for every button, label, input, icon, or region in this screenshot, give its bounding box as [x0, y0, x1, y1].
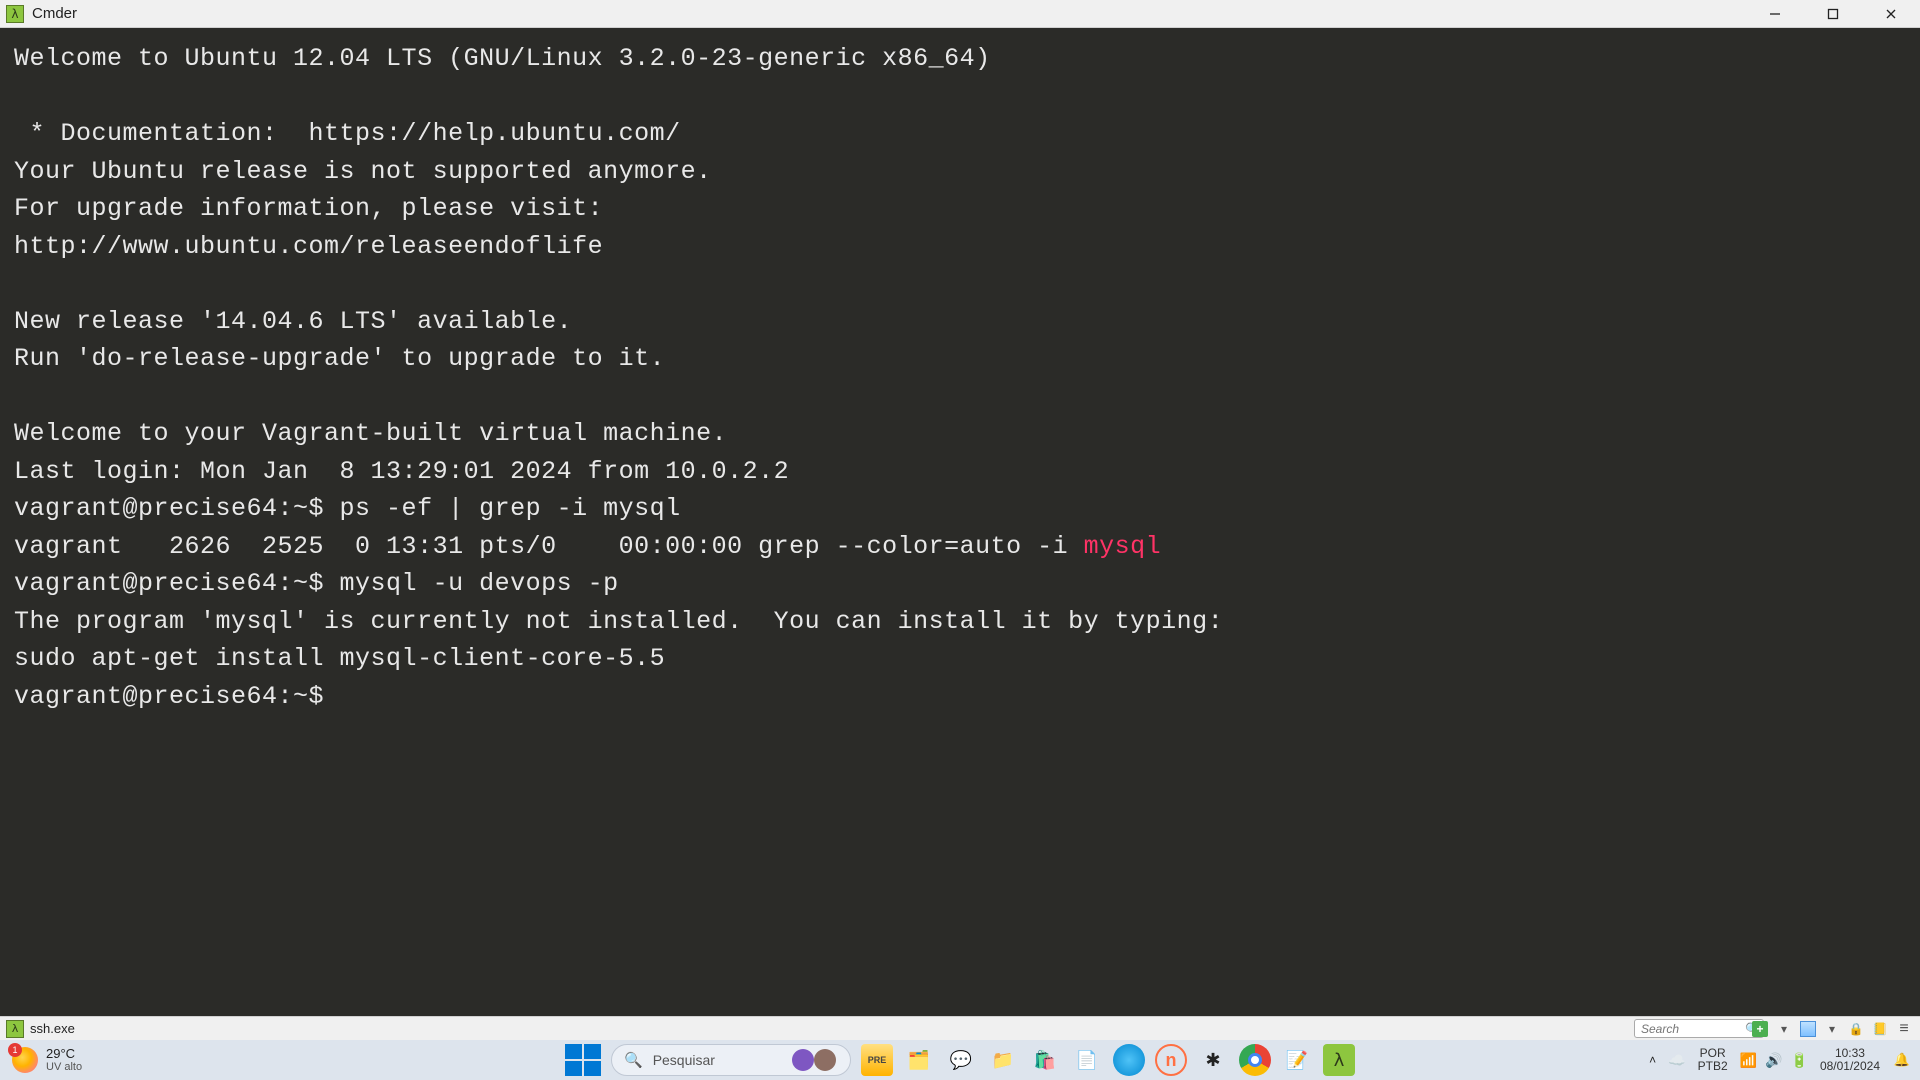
terminal-line: New release '14.04.6 LTS' available. — [14, 307, 572, 336]
taskbar-right-tray: ˄ ☁️ POR PTB2 📶 🔊 🔋 10:33 08/01/2024 🔔 — [1649, 1040, 1912, 1080]
avatar-icon — [792, 1049, 814, 1071]
window-title: Cmder — [32, 5, 77, 22]
new-console-button[interactable]: + — [1750, 1020, 1770, 1038]
terminal-line: Your Ubuntu release is not supported any… — [14, 157, 712, 186]
terminal-line: vagrant 2626 2525 0 13:31 pts/0 00:00:00… — [14, 532, 1161, 561]
terminal-line: vagrant@precise64:~$ ps -ef | grep -i my… — [14, 494, 681, 523]
terminal-line: sudo apt-get install mysql-client-core-5… — [14, 644, 665, 673]
cloud-icon[interactable]: ☁️ — [1668, 1052, 1685, 1069]
notification-icon[interactable]: 🔔 — [1892, 1050, 1912, 1070]
terminal-line: The program 'mysql' is currently not ins… — [14, 607, 1223, 636]
tray-icons: ☁️ — [1668, 1052, 1685, 1069]
windows-taskbar: 1 29°C UV alto 🔍 Pesquisar PRE 🗂️ 💬 📁 🛍️… — [0, 1040, 1920, 1080]
statusbar-buttons: + ▾ ▾ 🔒 📒 ≡ — [1750, 1017, 1914, 1040]
tray-language[interactable]: POR PTB2 — [1698, 1047, 1728, 1073]
terminal-line: For upgrade information, please visit: — [14, 194, 603, 223]
taskbar-app-chat[interactable]: 💬 — [945, 1044, 977, 1076]
battery-icon: 🔋 — [1791, 1052, 1808, 1069]
weather-icon: 1 — [12, 1047, 38, 1073]
taskbar-app-taskview[interactable]: 🗂️ — [903, 1044, 935, 1076]
maximize-button[interactable] — [1804, 0, 1862, 27]
tray-chevron-up-icon[interactable]: ˄ — [1649, 1053, 1656, 1067]
taskbar-weather-widget[interactable]: 1 29°C UV alto — [0, 1047, 82, 1073]
avatar-icon — [814, 1049, 836, 1071]
taskbar-app-edge[interactable] — [1113, 1044, 1145, 1076]
show-console-button[interactable] — [1798, 1020, 1818, 1038]
weather-text: 29°C UV alto — [46, 1047, 82, 1073]
weather-temp: 29°C — [46, 1047, 82, 1061]
tray-net-vol-batt[interactable]: 📶 🔊 🔋 — [1740, 1052, 1808, 1069]
cmder-app-icon: λ — [6, 5, 24, 23]
tray-lang-bottom: PTB2 — [1698, 1060, 1728, 1073]
taskbar-center: 🔍 Pesquisar PRE 🗂️ 💬 📁 🛍️ 📄 n ✱ 📝 λ — [565, 1040, 1355, 1080]
terminal-line: vagrant@precise64:~$ mysql -u devops -p — [14, 569, 619, 598]
tab-label[interactable]: ssh.exe — [30, 1021, 75, 1036]
start-button[interactable] — [565, 1044, 601, 1076]
taskbar-search-placeholder: Pesquisar — [653, 1052, 715, 1068]
tray-date: 08/01/2024 — [1820, 1060, 1880, 1073]
taskbar-app-document[interactable]: 📄 — [1071, 1044, 1103, 1076]
lock-icon[interactable]: 🔒 — [1846, 1020, 1866, 1038]
terminal-line: http://www.ubuntu.com/releaseendoflife — [14, 232, 603, 261]
cmder-status-bar: λ ssh.exe 🔍 + ▾ ▾ 🔒 📒 ≡ — [0, 1016, 1920, 1040]
taskbar-search[interactable]: 🔍 Pesquisar — [611, 1044, 851, 1076]
tray-clock[interactable]: 10:33 08/01/2024 — [1820, 1047, 1880, 1073]
taskbar-app-chrome[interactable] — [1239, 1044, 1271, 1076]
close-button[interactable] — [1862, 0, 1920, 27]
taskbar-app-explorer[interactable]: 📁 — [987, 1044, 1019, 1076]
dropdown-show-console[interactable]: ▾ — [1822, 1020, 1842, 1038]
notebook-icon[interactable]: 📒 — [1870, 1020, 1890, 1038]
terminal-line: * Documentation: https://help.ubuntu.com… — [14, 119, 681, 148]
terminal-line: Run 'do-release-upgrade' to upgrade to i… — [14, 344, 665, 373]
terminal-output[interactable]: Welcome to Ubuntu 12.04 LTS (GNU/Linux 3… — [0, 28, 1920, 1016]
weather-badge: 1 — [8, 1043, 22, 1057]
taskbar-app-store[interactable]: 🛍️ — [1029, 1044, 1061, 1076]
wifi-icon: 📶 — [1740, 1052, 1757, 1069]
taskbar-app-notepad[interactable]: 📝 — [1281, 1044, 1313, 1076]
terminal-line: Welcome to your Vagrant-built virtual ma… — [14, 419, 727, 448]
taskbar-app-generic-orange[interactable]: n — [1155, 1044, 1187, 1076]
window-controls — [1746, 0, 1920, 27]
terminal-prompt: vagrant@precise64:~$ — [14, 682, 340, 711]
taskbar-app-slack[interactable]: ✱ — [1197, 1044, 1229, 1076]
taskbar-app-pre[interactable]: PRE — [861, 1044, 893, 1076]
grep-line-prefix: vagrant 2626 2525 0 13:31 pts/0 00:00:00… — [14, 532, 1084, 561]
weather-desc: UV alto — [46, 1061, 82, 1073]
terminal-line: Last login: Mon Jan 8 13:29:01 2024 from… — [14, 457, 789, 486]
minimize-button[interactable] — [1746, 0, 1804, 27]
menu-button[interactable]: ≡ — [1894, 1020, 1914, 1038]
search-icon: 🔍 — [624, 1051, 643, 1069]
terminal-line: Welcome to Ubuntu 12.04 LTS (GNU/Linux 3… — [14, 44, 991, 73]
volume-icon: 🔊 — [1765, 1052, 1782, 1069]
dropdown-new-console[interactable]: ▾ — [1774, 1020, 1794, 1038]
taskbar-app-cmder[interactable]: λ — [1323, 1044, 1355, 1076]
grep-match-highlight: mysql — [1084, 532, 1162, 561]
cmder-title-bar: λ Cmder — [0, 0, 1920, 28]
tab-icon[interactable]: λ — [6, 1020, 24, 1038]
